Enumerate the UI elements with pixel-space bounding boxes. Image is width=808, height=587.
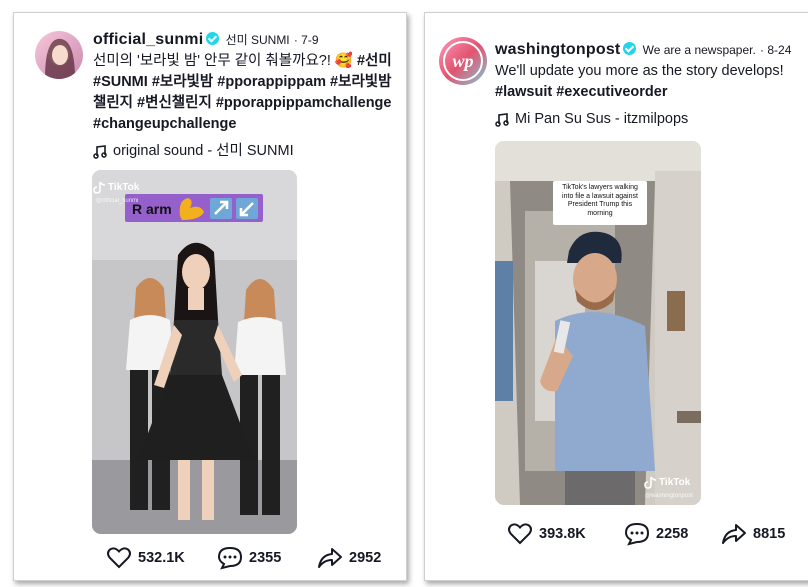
music-row[interactable]: original sound - 선미 SUNMI [93, 141, 396, 162]
like-button[interactable]: 393.8K [507, 522, 586, 546]
watermark: TikTok [108, 182, 140, 193]
like-button[interactable]: 532.1K [106, 546, 185, 570]
comment-icon [217, 546, 243, 570]
comment-icon [624, 522, 650, 546]
post-header: official_sunmi 선미 SUNMI · 7-9 선미의 '보라빛 밤… [93, 29, 396, 162]
post-date: 7-9 [301, 33, 319, 47]
share-button[interactable]: 2952 [317, 546, 381, 570]
post-date: 8-24 [767, 43, 792, 57]
share-button[interactable]: 8815 [721, 522, 785, 546]
music-note-icon [93, 144, 107, 159]
hashtags[interactable]: #lawsuit #executiveorder [495, 84, 667, 100]
share-icon [722, 524, 746, 544]
comment-button[interactable]: 2355 [217, 546, 281, 570]
display-name: 선미 SUNMI [225, 33, 290, 47]
comment-button[interactable]: 2258 [624, 522, 688, 546]
caption-text: We'll update you more as the story devel… [495, 63, 784, 79]
watermark-user: @washingtonpost [645, 493, 693, 499]
heart-icon [508, 523, 532, 545]
video-frame: R arm TikTok @official_sunmi [92, 170, 297, 534]
display-name: We are a newspaper. [642, 43, 756, 57]
verified-icon [623, 42, 637, 55]
caption: We'll update you more as the story devel… [495, 61, 807, 103]
video-player[interactable]: R arm TikTok @official_sunmi [92, 170, 297, 534]
share-count: 2952 [349, 550, 382, 566]
heart-icon [107, 547, 131, 569]
post-header: washingtonpost We are a newspaper. · 8-2… [495, 39, 807, 130]
like-count: 393.8K [539, 526, 586, 542]
music-note-icon [495, 112, 509, 127]
avatar[interactable]: wp [439, 37, 487, 85]
music-title: Mi Pan Su Sus - itzmilpops [515, 111, 689, 127]
share-icon [318, 548, 342, 568]
username[interactable]: washingtonpost [495, 41, 620, 58]
like-count: 532.1K [138, 550, 185, 566]
watermark: TikTok [659, 477, 691, 488]
post-card-sunmi: official_sunmi 선미 SUNMI · 7-9 선미의 '보라빛 밤… [13, 12, 407, 581]
share-count: 8815 [753, 526, 786, 542]
arrow-up-right-icon [210, 198, 232, 219]
verified-icon [206, 32, 220, 45]
caption: 선미의 '보라빛 밤' 안무 같이 춰볼까요?! 🥰 #선미 #SUNMI #보… [93, 51, 396, 135]
music-row[interactable]: Mi Pan Su Sus - itzmilpops [495, 109, 807, 130]
arrow-down-left-icon [236, 198, 258, 219]
svg-text:wp: wp [452, 51, 473, 71]
username[interactable]: official_sunmi [93, 31, 203, 48]
comment-count: 2355 [249, 550, 282, 566]
avatar[interactable] [35, 31, 83, 79]
watermark-user: @official_sunmi [96, 198, 138, 204]
video-caption-box: TikTok's lawyers walking into file a law… [562, 184, 638, 217]
music-title: original sound - 선미 SUNMI [113, 143, 294, 159]
comment-count: 2258 [656, 526, 689, 542]
caption-text: 선미의 '보라빛 밤' 안무 같이 춰볼까요?! 🥰 [93, 53, 357, 69]
post-card-washingtonpost: wp washingtonpost We are a newspaper. · … [424, 12, 808, 581]
video-player[interactable]: TikTok's lawyers walking into file a law… [495, 141, 701, 505]
video-frame: TikTok's lawyers walking into file a law… [495, 141, 701, 505]
